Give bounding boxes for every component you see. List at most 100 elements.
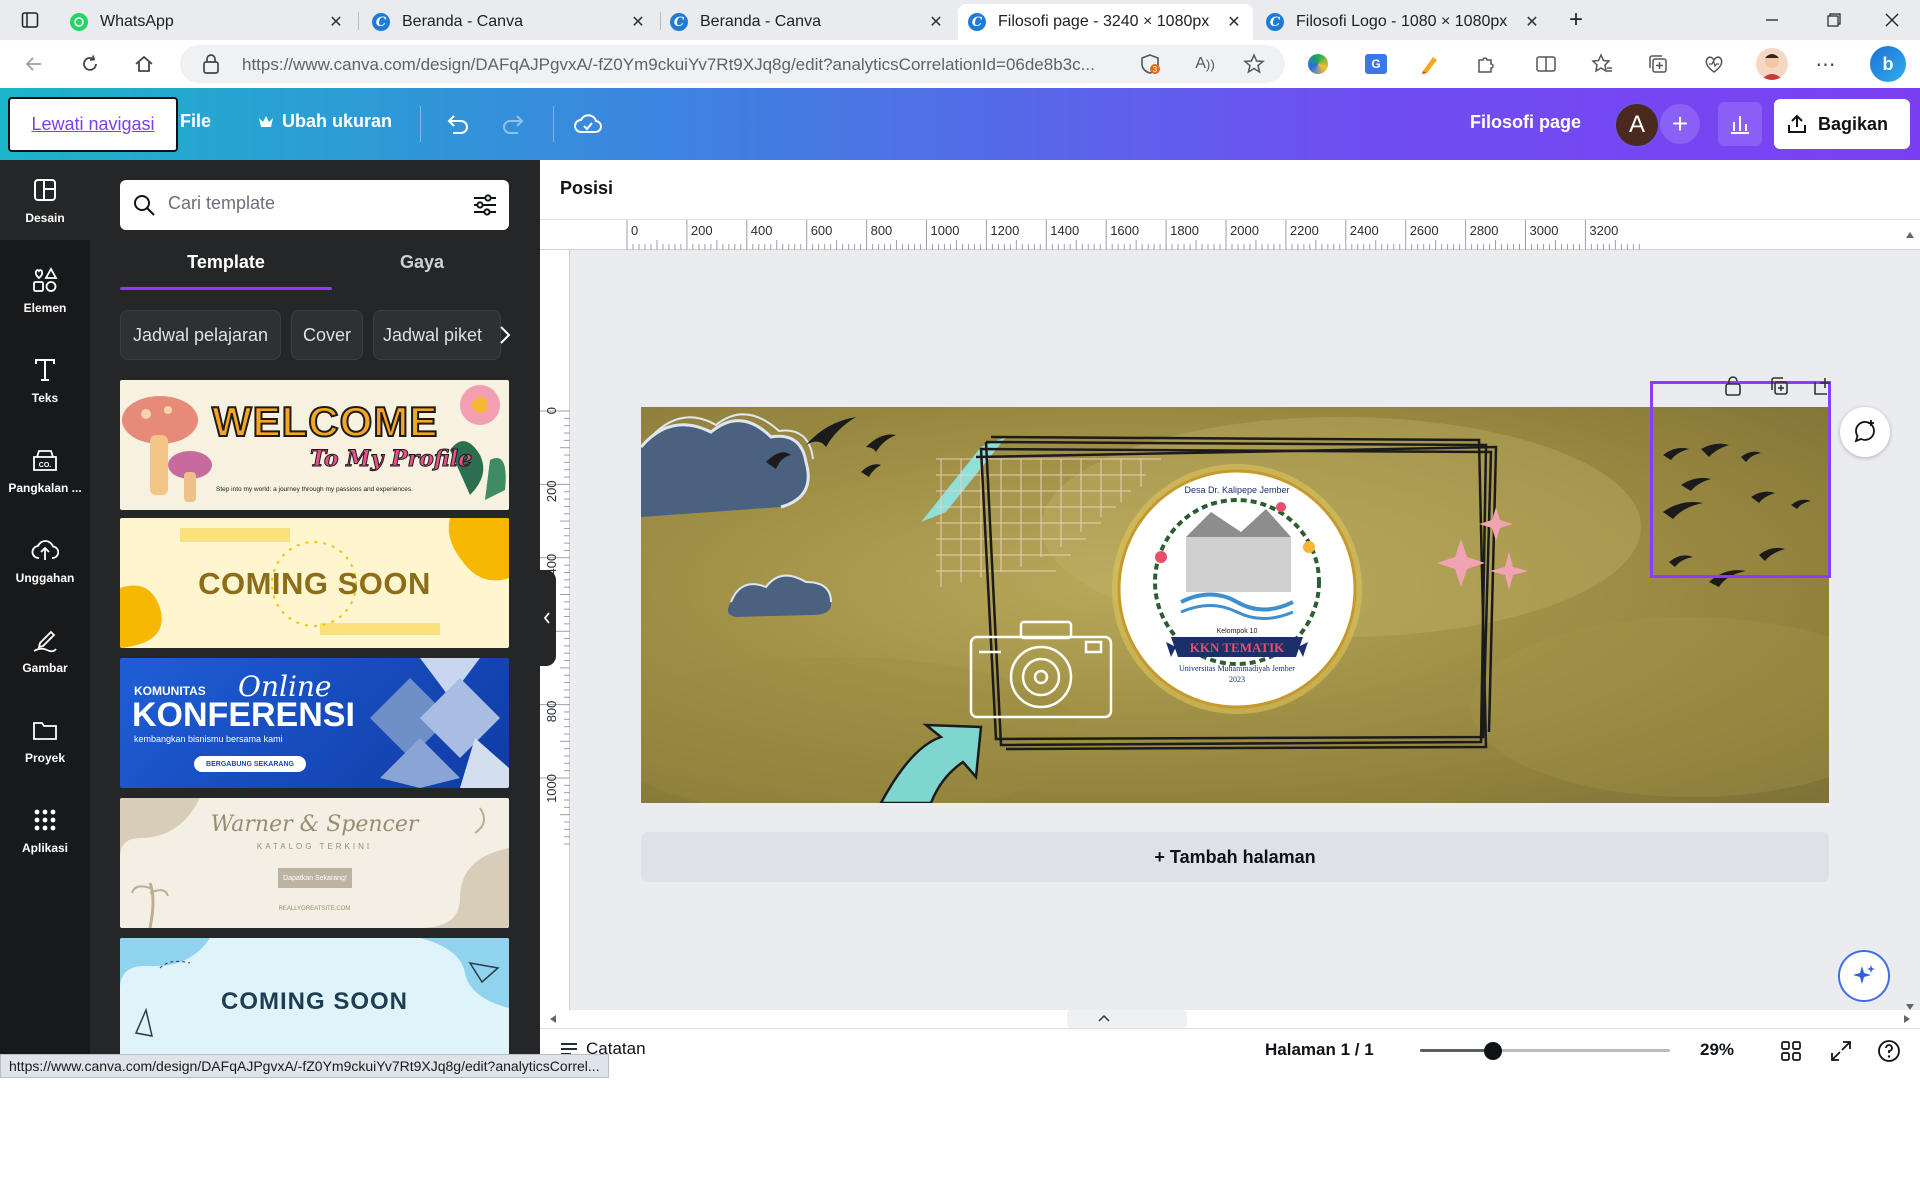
file-menu-button[interactable]: File — [180, 111, 211, 132]
browser-tab-beranda-1[interactable]: C Beranda - Canva ✕ — [362, 4, 657, 40]
close-tab-icon[interactable]: ✕ — [1523, 12, 1541, 32]
selection-box[interactable] — [1650, 381, 1831, 578]
new-tab-button[interactable]: + — [1564, 6, 1588, 33]
zoom-value[interactable]: 29% — [1700, 1040, 1734, 1060]
status-bar-url: https://www.canva.com/design/DAFqAJPgvxA… — [0, 1054, 609, 1078]
rail-item-uploads[interactable]: Unggahan — [0, 520, 90, 600]
browser-essentials-icon[interactable] — [1702, 52, 1726, 76]
document-title[interactable]: Filosofi page — [1470, 112, 1581, 133]
read-aloud-icon[interactable]: A)) — [1193, 52, 1217, 76]
add-page-button[interactable]: + Tambah halaman — [641, 832, 1829, 882]
close-tab-icon[interactable]: ✕ — [327, 12, 345, 32]
more-options-icon[interactable]: ⋯ — [1814, 52, 1838, 76]
rail-item-text[interactable]: Teks — [0, 340, 90, 420]
cloud-large-graphic — [641, 413, 814, 517]
fullscreen-icon[interactable] — [1828, 1038, 1854, 1064]
bing-copilot-icon[interactable]: b — [1870, 46, 1906, 82]
duplicate-element-icon[interactable] — [1766, 373, 1792, 399]
canva-icon: C — [670, 13, 688, 31]
template-coming-soon-blue-title: COMING SOON — [220, 988, 408, 1015]
chevron-left-icon — [543, 612, 550, 624]
tab-style[interactable]: Gaya — [332, 252, 512, 292]
skip-navigation-link[interactable]: Lewati navigasi — [8, 97, 178, 152]
zoom-slider-thumb[interactable] — [1483, 1042, 1502, 1060]
rail-item-elements[interactable]: Elemen — [0, 250, 90, 330]
extensions-puzzle-icon[interactable] — [1474, 52, 1498, 76]
chevron-right-icon[interactable] — [493, 320, 517, 350]
rail-item-draw[interactable]: Gambar — [0, 610, 90, 690]
help-icon[interactable] — [1876, 1038, 1902, 1064]
close-tab-icon[interactable]: ✕ — [629, 12, 647, 32]
template-card-konferensi[interactable]: KOMUNITAS Online KONFERENSI kembangkan b… — [120, 658, 509, 788]
minimize-icon[interactable] — [1760, 8, 1784, 32]
extension-icon[interactable] — [1306, 52, 1330, 76]
vertical-scrollbar[interactable] — [1903, 226, 1917, 1016]
split-screen-icon[interactable] — [1534, 52, 1558, 76]
back-icon[interactable] — [22, 52, 46, 76]
lock-element-icon[interactable] — [1720, 373, 1746, 399]
refresh-icon[interactable] — [78, 52, 102, 76]
chip-jadwal-piket[interactable]: Jadwal piket — [373, 310, 501, 360]
rail-label: Teks — [31, 391, 59, 405]
grid-view-icon[interactable] — [1778, 1038, 1804, 1064]
browser-tab-filosofi-page[interactable]: C Filosofi page - 3240 × 1080px ✕ — [958, 4, 1253, 40]
rail-item-projects[interactable]: Proyek — [0, 700, 90, 780]
redo-icon[interactable] — [500, 110, 528, 138]
profile-avatar[interactable] — [1756, 48, 1788, 80]
close-tab-icon[interactable]: ✕ — [1225, 12, 1243, 32]
add-element-icon[interactable] — [1810, 373, 1836, 399]
rail-item-apps[interactable]: Aplikasi — [0, 790, 90, 870]
cloud-saved-icon[interactable] — [574, 110, 602, 138]
tab-template[interactable]: Template — [120, 252, 332, 292]
insights-button[interactable] — [1718, 102, 1762, 146]
undo-icon[interactable] — [443, 110, 471, 138]
favorite-star-icon[interactable] — [1242, 52, 1266, 76]
horizontal-scrollbar[interactable] — [540, 1010, 1920, 1028]
resize-button[interactable]: Ubah ukuran — [258, 111, 392, 132]
translate-icon[interactable]: G — [1364, 52, 1388, 76]
chip-cover[interactable]: Cover — [291, 310, 363, 360]
sparkle-icon — [1853, 965, 1875, 984]
share-button[interactable]: Bagikan — [1774, 99, 1910, 149]
template-card-katalog[interactable]: Warner & Spencer KATALOG TERKINI Dapatka… — [120, 798, 509, 928]
rail-item-brand[interactable]: CO. Pangkalan ... — [0, 430, 90, 510]
add-member-button[interactable]: + — [1660, 104, 1700, 144]
ruler-top-label: 3000 — [1530, 223, 1559, 238]
page-indicator[interactable]: Halaman 1 / 1 — [1265, 1040, 1374, 1060]
template-konferensi-cta: BERGABUNG SEKARANG — [194, 756, 306, 772]
zoom-slider[interactable] — [1420, 1042, 1670, 1060]
browser-tab-filosofi-logo[interactable]: C Filosofi Logo - 1080 × 1080px ✕ — [1256, 4, 1551, 40]
lock-icon[interactable] — [202, 54, 220, 74]
restore-icon[interactable] — [1822, 8, 1846, 32]
template-search[interactable] — [120, 180, 509, 230]
position-button[interactable]: Posisi — [560, 178, 613, 199]
filter-icon[interactable] — [472, 192, 498, 218]
close-tab-icon[interactable]: ✕ — [927, 12, 945, 32]
search-input[interactable] — [168, 193, 448, 214]
close-window-icon[interactable] — [1880, 8, 1904, 32]
ruler-top-label: 2000 — [1230, 223, 1259, 238]
user-avatar[interactable]: A — [1614, 102, 1660, 148]
template-card-coming-soon-yellow[interactable]: COMING SOON — [120, 518, 509, 648]
tab-actions-icon[interactable] — [18, 8, 42, 32]
address-field[interactable]: https://www.canva.com/design/DAFqAJPgvxA… — [180, 45, 1285, 83]
logo-top-text: Desa Dr. Kalipepe Jember — [1184, 485, 1289, 495]
template-card-welcome[interactable]: WELCOME To My Profile Step into my world… — [120, 380, 509, 510]
browser-tab-beranda-2[interactable]: C Beranda - Canva ✕ — [660, 4, 955, 40]
add-comment-button[interactable] — [1840, 407, 1890, 457]
collections-icon[interactable] — [1646, 52, 1670, 76]
pen-extension-icon[interactable] — [1418, 52, 1442, 76]
magic-assistant-button[interactable] — [1838, 950, 1890, 1002]
ruler-top-label: 1400 — [1050, 223, 1079, 238]
browser-tab-whatsapp[interactable]: WhatsApp ✕ — [60, 4, 355, 40]
tracking-prevention-icon[interactable]: 3 — [1138, 52, 1162, 76]
collapse-panel-button[interactable] — [538, 570, 556, 666]
home-icon[interactable] — [132, 52, 156, 76]
chip-jadwal-pelajaran[interactable]: Jadwal pelajaran — [120, 310, 281, 360]
favorites-icon[interactable] — [1590, 52, 1614, 76]
template-card-coming-soon-blue[interactable]: COMING SOON — [120, 938, 509, 1060]
rail-item-design[interactable]: Desain — [0, 160, 90, 240]
rail-label: Unggahan — [15, 571, 75, 585]
left-nav-rail: Desain Elemen Teks CO. Pangkalan ... Ung… — [0, 160, 90, 1070]
template-katalog-footer: REALLYGREATSITE.COM — [278, 906, 351, 912]
